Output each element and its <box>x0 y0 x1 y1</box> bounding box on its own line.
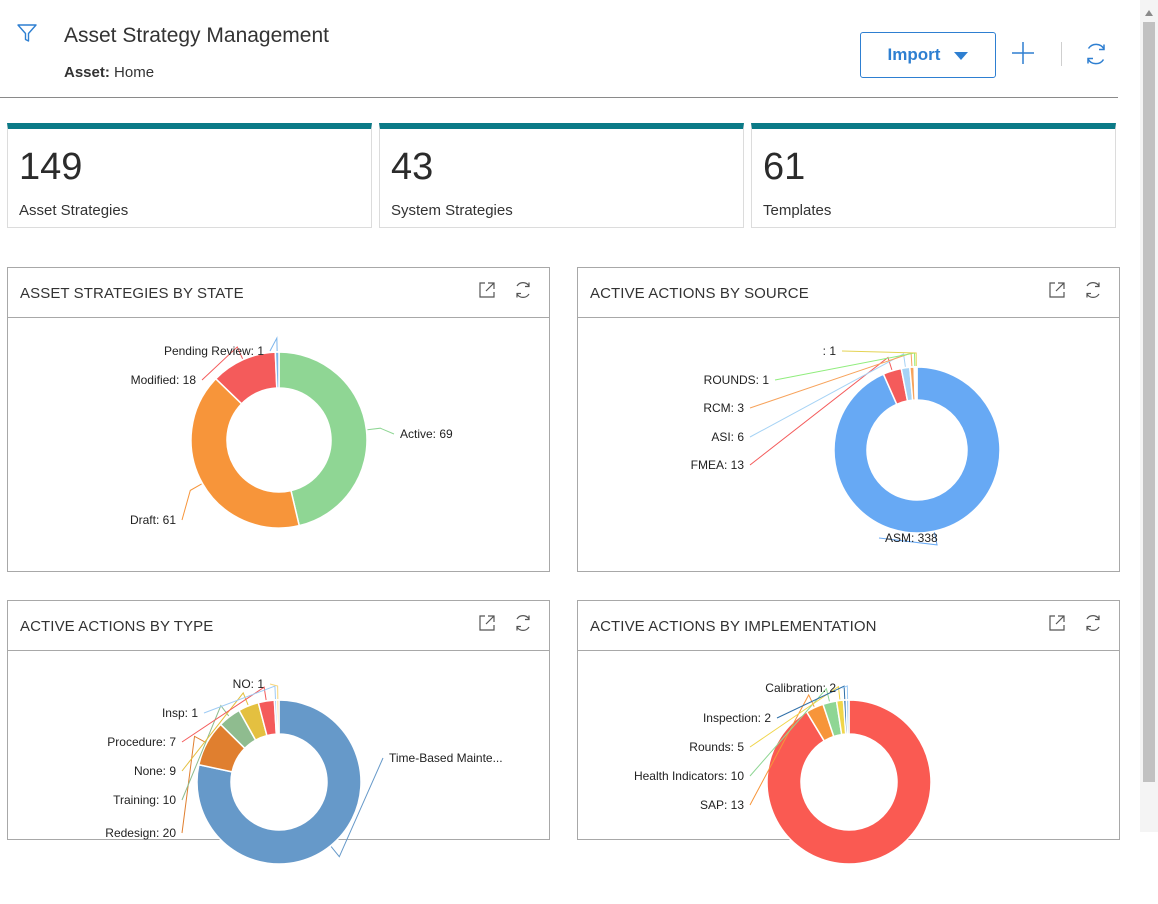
card-active-actions-by-type: ACTIVE ACTIONS BY TYPE Time-Based Mainte… <box>7 600 550 865</box>
toolbar-divider <box>1061 42 1062 66</box>
donut-chart: Time-Based Mainte... Redesign: 20 Training… <box>105 677 503 865</box>
refresh-icon[interactable] <box>513 613 533 633</box>
data-label: Procedure: 7 <box>107 735 176 749</box>
kpi-system-strategies[interactable]: 43 System Strategies <box>379 123 744 228</box>
connector-line <box>269 336 278 352</box>
import-button-label: Import <box>887 45 941 64</box>
donut-chart: ASM: 338 FMEA: 13 ASI: 6 RCM: 3 ROUNDS: 1 : 1 <box>691 344 1001 546</box>
kpi-value: 149 <box>19 146 83 188</box>
data-label: RCM: 3 <box>703 401 744 415</box>
data-label: Modified: 18 <box>131 373 197 387</box>
data-label: ASI: 6 <box>711 430 744 444</box>
data-label: ASM: 338 <box>885 531 938 545</box>
data-label: Time-Based Mainte... <box>389 751 503 765</box>
data-label: SAP: 13 <box>700 798 744 812</box>
data-label: Inspection: 2 <box>703 711 771 725</box>
data-label: Pending Review: 1 <box>164 344 264 358</box>
slice-unlabeled[interactable] <box>914 366 918 401</box>
filter-icon[interactable] <box>16 22 38 44</box>
card-title: ACTIVE ACTIONS BY TYPE <box>20 618 214 635</box>
kpi-value: 61 <box>763 146 806 188</box>
open-external-icon[interactable] <box>1047 280 1067 300</box>
data-label: Active: 69 <box>400 427 453 441</box>
breadcrumb-label: Asset: <box>64 64 110 81</box>
data-label: Rounds: 5 <box>689 740 744 754</box>
card-header: ASSET STRATEGIES BY STATE <box>8 268 549 318</box>
data-label: Training: 10 <box>113 793 176 807</box>
data-label: Redesign: 20 <box>105 826 176 840</box>
connector-line <box>367 427 395 435</box>
kpi-value: 43 <box>391 146 434 188</box>
data-label: ROUNDS: 1 <box>704 373 770 387</box>
refresh-icon[interactable] <box>1083 613 1103 633</box>
scrollbar-thumb[interactable] <box>1143 22 1155 782</box>
card-asset-strategies-by-state: ASSET STRATEGIES BY STATE Active: 69 Draf… <box>7 267 550 572</box>
connector-line <box>181 483 202 521</box>
card-title: ACTIVE ACTIONS BY IMPLEMENTATION <box>590 618 877 635</box>
breadcrumb: Asset: Home <box>64 64 154 81</box>
card-header: ACTIVE ACTIONS BY TYPE <box>8 601 549 651</box>
card-title: ACTIVE ACTIONS BY SOURCE <box>590 285 809 302</box>
kpi-label: System Strategies <box>391 202 513 219</box>
page-header: Asset Strategy Management Asset: Home Im… <box>0 0 1118 98</box>
data-label: Insp: 1 <box>162 706 198 720</box>
slice-pending-review[interactable] <box>274 351 280 389</box>
slice-no[interactable] <box>275 699 280 735</box>
data-label: Draft: 61 <box>130 513 176 527</box>
kpi-templates[interactable]: 61 Templates <box>751 123 1116 228</box>
donut-chart: Active: 69 Draft: 61 Modified: 18 Pending R… <box>130 336 453 529</box>
data-label: Health Indicators: 10 <box>634 769 744 783</box>
card-active-actions-by-source: ACTIVE ACTIONS BY SOURCE ASM: 338 FMEA: 1… <box>577 267 1120 572</box>
card-header: ACTIVE ACTIONS BY SOURCE <box>578 268 1119 318</box>
card-active-actions-by-implementation: ACTIVE ACTIONS BY IMPLEMENTATION SAP: 13… <box>577 600 1120 865</box>
caret-down-icon <box>954 52 969 60</box>
card-title: ASSET STRATEGIES BY STATE <box>20 285 244 302</box>
data-label: NO: 1 <box>233 677 265 691</box>
import-button[interactable]: Import <box>860 32 996 78</box>
refresh-icon[interactable] <box>1083 280 1103 300</box>
refresh-icon[interactable] <box>513 280 533 300</box>
open-external-icon[interactable] <box>477 613 497 633</box>
data-label: None: 9 <box>134 764 176 778</box>
scroll-up-arrow-icon[interactable] <box>1145 10 1153 16</box>
donut-chart: SAP: 13 Health Indicators: 10 Rounds: 5 Ins… <box>634 681 932 865</box>
open-external-icon[interactable] <box>477 280 497 300</box>
kpi-asset-strategies[interactable]: 149 Asset Strategies <box>7 123 372 228</box>
breadcrumb-value[interactable]: Home <box>114 64 154 81</box>
kpi-label: Templates <box>763 202 832 219</box>
kpi-label: Asset Strategies <box>19 202 129 219</box>
slice-calibration[interactable] <box>845 699 850 735</box>
data-label: Calibration: 2 <box>765 681 836 695</box>
open-external-icon[interactable] <box>1047 613 1067 633</box>
data-label: FMEA: 13 <box>691 458 745 472</box>
refresh-icon[interactable] <box>1082 40 1110 68</box>
card-header: ACTIVE ACTIONS BY IMPLEMENTATION <box>578 601 1119 651</box>
app-title: Asset Strategy Management <box>64 24 329 47</box>
add-icon[interactable] <box>1008 38 1038 68</box>
data-label: : 1 <box>823 344 837 358</box>
